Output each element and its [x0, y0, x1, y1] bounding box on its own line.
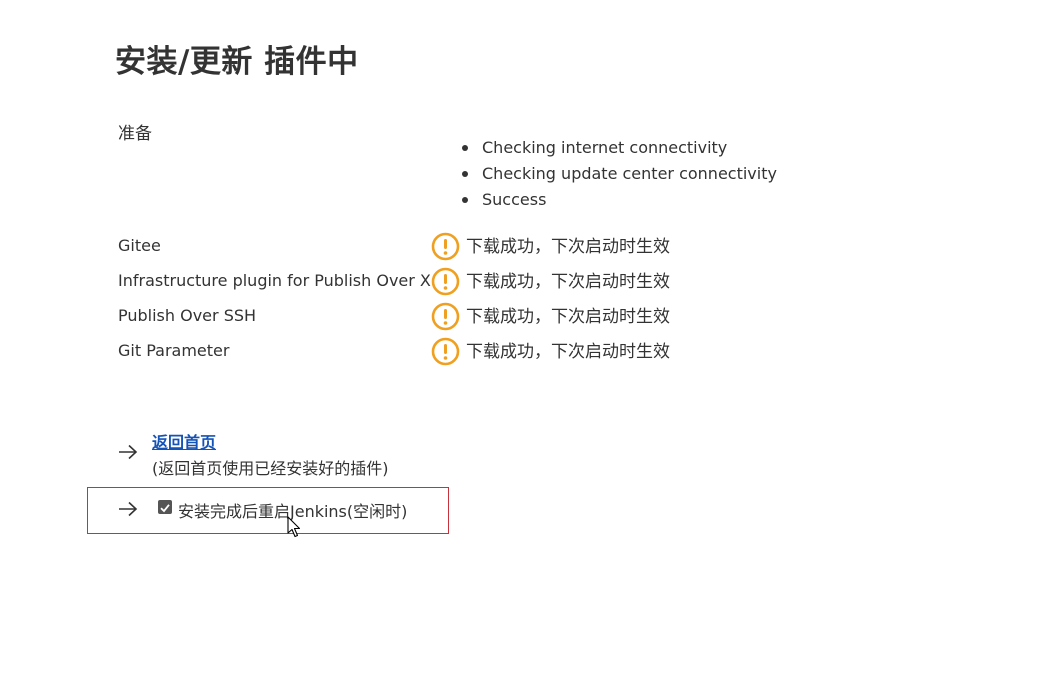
checkmark-icon [160, 504, 170, 513]
plugin-name: Git Parameter [118, 341, 230, 360]
plugin-row: Gitee 下载成功，下次启动时生效 [118, 232, 718, 267]
plugin-status-text: 下载成功，下次启动时生效 [466, 342, 670, 362]
plugin-row: Publish Over SSH 下载成功，下次启动时生效 [118, 302, 718, 337]
page-title: 安装/更新 插件中 [115, 44, 359, 80]
warning-circle-icon [431, 267, 460, 296]
preparation-step-text: Success [482, 190, 547, 209]
warning-circle-icon [431, 232, 460, 261]
warning-circle-icon [431, 302, 460, 331]
preparation-step: Success [462, 187, 777, 213]
plugin-status-text: 下载成功，下次启动时生效 [466, 307, 670, 327]
bullet-icon [462, 145, 468, 151]
install-plugins-page: 安装/更新 插件中 准备 Checking internet connectiv… [0, 0, 1043, 691]
plugin-row: Infrastructure plugin for Publish Over X… [118, 267, 718, 302]
return-home-description: (返回首页使用已经安装好的插件) [152, 459, 389, 478]
plugin-name: Gitee [118, 236, 161, 255]
plugin-status-text: 下载成功，下次启动时生效 [466, 237, 670, 257]
preparation-steps-list: Checking internet connectivity Checking … [462, 135, 777, 213]
plugin-status-table: Gitee 下载成功，下次启动时生效 Infrastructure plugin… [118, 232, 718, 372]
arrow-right-icon [119, 444, 138, 460]
preparation-step-text: Checking internet connectivity [482, 138, 728, 157]
return-home-link[interactable]: 返回首页 [152, 429, 216, 453]
plugin-status: 下载成功，下次启动时生效 [431, 337, 670, 366]
plugin-status: 下载成功，下次启动时生效 [431, 302, 670, 331]
plugin-status: 下载成功，下次启动时生效 [431, 232, 670, 261]
restart-checkbox[interactable] [158, 500, 172, 514]
plugin-row: Git Parameter 下载成功，下次启动时生效 [118, 337, 718, 372]
warning-circle-icon [431, 337, 460, 366]
plugin-name: Publish Over SSH [118, 306, 257, 325]
plugin-status: 下载成功，下次启动时生效 [431, 267, 670, 296]
preparation-step: Checking update center connectivity [462, 161, 777, 187]
plugin-name: Infrastructure plugin for Publish Over X [118, 271, 431, 290]
preparation-step-text: Checking update center connectivity [482, 164, 777, 183]
preparation-step: Checking internet connectivity [462, 135, 777, 161]
plugin-status-text: 下载成功，下次启动时生效 [466, 272, 670, 292]
mouse-pointer-icon [287, 516, 301, 538]
preparation-label: 准备 [118, 124, 152, 144]
bullet-icon [462, 171, 468, 177]
bullet-icon [462, 197, 468, 203]
arrow-right-icon [119, 501, 138, 517]
